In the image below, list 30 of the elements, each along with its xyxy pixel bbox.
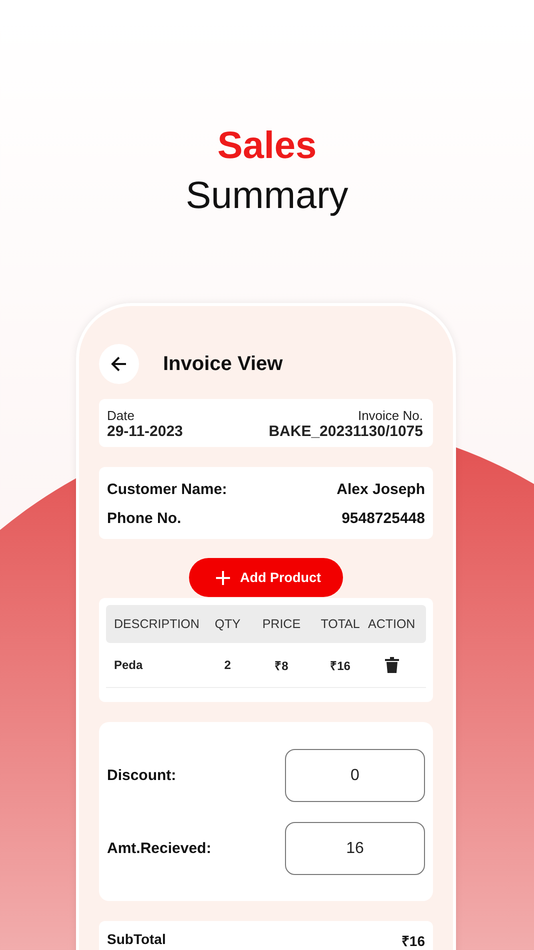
headline-title: Summary: [184, 174, 350, 219]
back-button[interactable]: [99, 344, 139, 384]
delete-icon[interactable]: [384, 657, 399, 674]
customer-label: Customer Name:: [107, 480, 228, 500]
table-cell-text: Peda: [114, 658, 144, 672]
invoice-number-value: BAKE_20231130/1075: [268, 423, 423, 440]
table-cell-text: ₹16: [329, 658, 352, 674]
plus-icon: [215, 570, 231, 586]
add-product-button[interactable]: Add Product: [189, 558, 343, 598]
customer-label: Phone No.: [107, 509, 182, 530]
input-field[interactable]: 0: [285, 749, 425, 802]
column-header: DESCRIPTION: [114, 617, 200, 632]
input-field[interactable]: 16: [285, 822, 425, 876]
date-value: 29-11-2023: [107, 423, 183, 440]
field-label: Amt.Recieved:: [107, 840, 212, 858]
screen-title: Invoice View: [163, 352, 283, 376]
headline-accent: Sales: [216, 124, 318, 169]
column-header: ACTION: [366, 617, 416, 632]
field-label: Discount:: [107, 767, 176, 784]
column-header: QTY: [214, 617, 242, 632]
column-header: PRICE: [261, 617, 302, 632]
date-label: Date: [107, 408, 136, 424]
table-cell-text: ₹8: [274, 658, 290, 674]
invoice-number-label: Invoice No.: [358, 408, 423, 424]
column-header: TOTAL: [320, 617, 361, 632]
customer-value: 9548725448: [342, 509, 425, 530]
customer-value: Alex Joseph: [336, 480, 425, 500]
subtotal-label: SubTotal: [107, 931, 166, 950]
subtotal-value: ₹16: [401, 932, 425, 950]
table-cell-text: 2: [223, 658, 232, 672]
